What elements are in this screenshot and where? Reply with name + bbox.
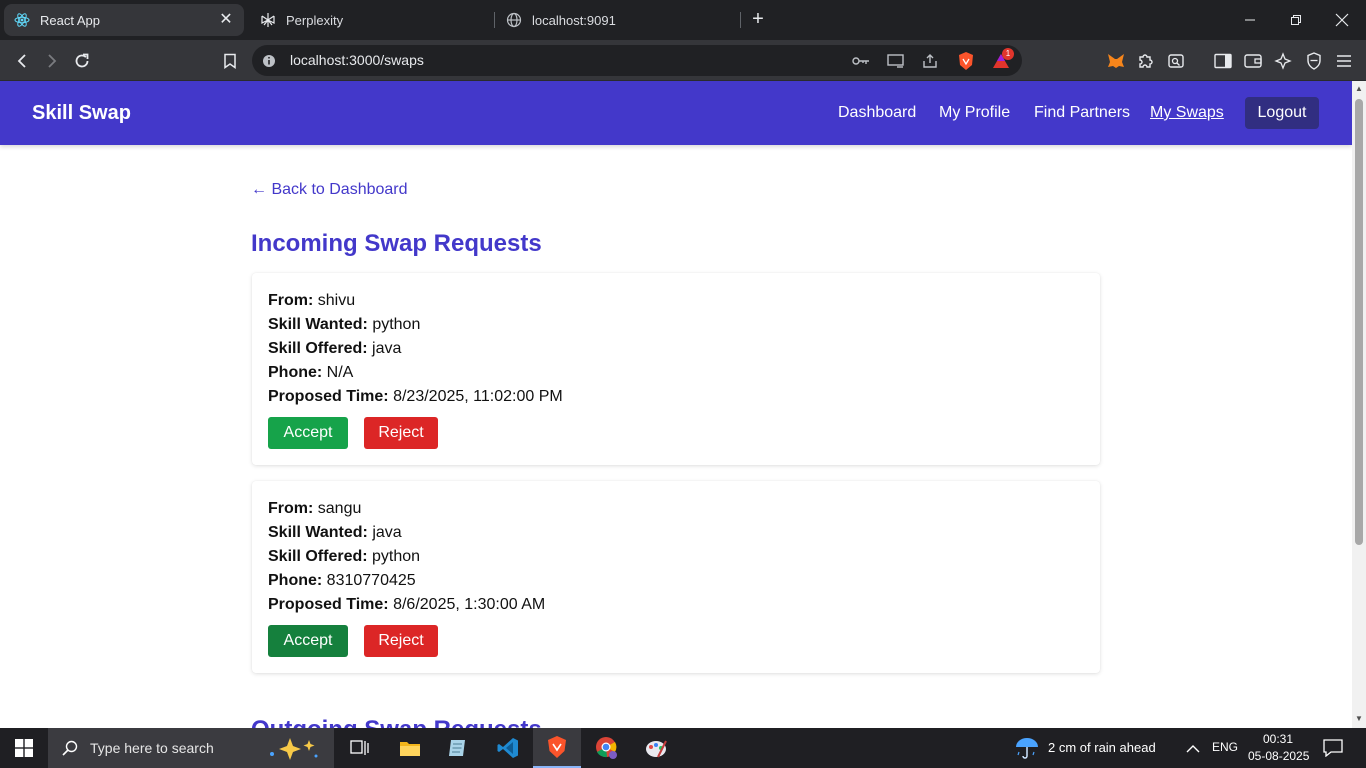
swap-request-card: From: sangu Skill Wanted: java Skill Off… (252, 481, 1100, 673)
site-info-icon[interactable] (258, 50, 280, 72)
tab-title: Perplexity (286, 12, 344, 28)
request-from: From: sangu (268, 500, 362, 517)
request-phone: Phone: N/A (268, 364, 354, 381)
request-actions: Accept Reject (268, 625, 1084, 657)
nav-link-my-swaps[interactable]: My Swaps (1150, 104, 1224, 122)
minimize-icon[interactable] (1230, 6, 1270, 34)
vscode-icon[interactable] (484, 728, 532, 768)
request-proposed-time: Proposed Time: 8/23/2025, 11:02:00 PM (268, 388, 563, 405)
reload-icon[interactable] (69, 48, 95, 74)
globe-icon (506, 12, 522, 28)
windows-taskbar: Type here to search 2 cm of rain ahead E… (0, 728, 1366, 768)
request-phone: Phone: 8310770425 (268, 572, 416, 589)
weather-umbrella-icon[interactable] (1014, 736, 1040, 765)
leo-ai-icon[interactable] (1270, 48, 1296, 74)
task-view-icon[interactable] (336, 728, 384, 768)
request-actions: Accept Reject (268, 417, 1084, 449)
share-icon[interactable] (919, 50, 941, 72)
outgoing-requests-title: Outgoing Swap Requests (251, 716, 542, 728)
new-tab-icon[interactable]: + (748, 8, 768, 32)
request-skill-offered: Skill Offered: python (268, 548, 421, 565)
key-icon[interactable] (850, 50, 872, 72)
search-placeholder: Type here to search (90, 740, 214, 756)
browser-tab-strip: React App ✕ Perplexity localhost:9091 + (0, 0, 1366, 40)
language-indicator[interactable]: ENG (1212, 740, 1238, 754)
brand-title[interactable]: Skill Swap (32, 102, 131, 125)
file-explorer-icon[interactable] (386, 728, 434, 768)
request-from: From: shivu (268, 292, 356, 309)
page-viewport: Skill Swap Dashboard My Profile Find Par… (0, 81, 1352, 728)
request-skill-wanted: Skill Wanted: python (268, 316, 421, 333)
tab-title: localhost:9091 (532, 12, 616, 28)
address-bar[interactable]: localhost:3000/swaps 1 (252, 45, 1022, 76)
nav-link-my-profile[interactable]: My Profile (939, 104, 1010, 122)
chevron-up-icon[interactable] (1186, 741, 1200, 759)
accept-button[interactable]: Accept (268, 625, 348, 657)
search-icon (62, 740, 78, 756)
wallet-icon[interactable] (1240, 48, 1266, 74)
page-scrollbar[interactable]: ▲ ▼ (1352, 81, 1366, 728)
metamask-fox-icon[interactable] (1103, 48, 1129, 74)
perplexity-icon (260, 12, 276, 28)
back-arrow-icon[interactable] (9, 48, 35, 74)
taskbar-search-box[interactable]: Type here to search (48, 728, 334, 768)
tab-react-app[interactable]: React App ✕ (4, 4, 244, 36)
clock-date[interactable]: 05-08-2025 (1248, 749, 1309, 763)
request-proposed-time: Proposed Time: 8/6/2025, 1:30:00 AM (268, 596, 546, 613)
paint-app-icon[interactable] (632, 728, 680, 768)
accept-button[interactable]: Accept (268, 417, 348, 449)
close-window-icon[interactable] (1322, 6, 1362, 34)
forward-arrow-icon[interactable] (39, 48, 65, 74)
rewards-badge: 1 (1002, 48, 1014, 60)
reading-mode-icon[interactable] (1163, 48, 1189, 74)
windows-start-icon[interactable] (0, 728, 48, 768)
tab-title: React App (40, 12, 100, 28)
scroll-up-icon[interactable]: ▲ (1355, 85, 1363, 93)
tab-divider (494, 12, 495, 28)
brave-browser-icon[interactable] (533, 728, 581, 768)
reject-button[interactable]: Reject (364, 625, 438, 657)
swap-request-card: From: shivu Skill Wanted: python Skill O… (252, 273, 1100, 465)
menu-hamburger-icon[interactable] (1331, 48, 1357, 74)
request-skill-offered: Skill Offered: java (268, 340, 402, 357)
logout-button[interactable]: Logout (1245, 97, 1319, 129)
nav-link-find-partners[interactable]: Find Partners (1034, 104, 1130, 122)
extensions-puzzle-icon[interactable] (1133, 48, 1159, 74)
restore-icon[interactable] (1276, 6, 1316, 34)
clock-time[interactable]: 00:31 (1263, 732, 1293, 746)
tab-divider (740, 12, 741, 28)
weather-text[interactable]: 2 cm of rain ahead (1048, 740, 1156, 755)
app-navbar: Skill Swap Dashboard My Profile Find Par… (0, 81, 1352, 145)
close-tab-icon[interactable]: ✕ (218, 12, 234, 28)
back-to-dashboard-link[interactable]: ← Back to Dashboard (251, 181, 408, 199)
scrollbar-thumb[interactable] (1355, 99, 1363, 545)
browser-toolbar: localhost:3000/swaps 1 (0, 40, 1366, 81)
reject-button[interactable]: Reject (364, 417, 438, 449)
tab-perplexity[interactable]: Perplexity (256, 4, 492, 36)
tab-localhost[interactable]: localhost:9091 (502, 4, 738, 36)
react-icon (14, 12, 30, 28)
search-highlight-sparkle-icon (264, 736, 324, 765)
incoming-requests-title: Incoming Swap Requests (251, 230, 542, 257)
url-text: localhost:3000/swaps (290, 52, 424, 68)
bookmark-icon[interactable] (217, 48, 243, 74)
cast-icon[interactable] (885, 50, 907, 72)
vpn-shield-icon[interactable] (1301, 48, 1327, 74)
scroll-down-icon[interactable]: ▼ (1355, 715, 1363, 723)
notifications-icon[interactable] (1323, 739, 1343, 762)
notepad-app-icon[interactable] (434, 728, 482, 768)
nav-link-dashboard[interactable]: Dashboard (838, 104, 916, 122)
sidebar-icon[interactable] (1210, 48, 1236, 74)
request-skill-wanted: Skill Wanted: java (268, 524, 402, 541)
brave-shields-icon[interactable] (955, 50, 977, 72)
chrome-icon[interactable] (583, 728, 631, 768)
